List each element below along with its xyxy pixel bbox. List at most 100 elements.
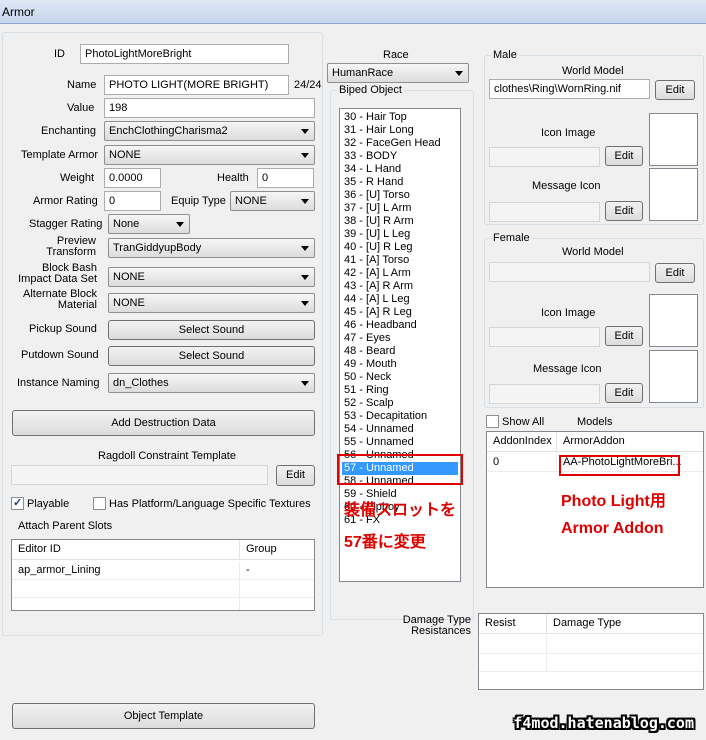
biped-list-item[interactable]: 55 - Unnamed <box>342 436 458 449</box>
armor-dialog: ID PhotoLightMoreBright Name PHOTO LIGHT… <box>0 24 706 740</box>
value-label: Value <box>67 102 95 114</box>
annotation-highlight-slot <box>337 454 463 485</box>
biped-list-item[interactable]: 39 - [U] L Leg <box>342 228 458 241</box>
enchanting-label: Enchanting <box>41 125 97 137</box>
object-template-button[interactable]: Object Template <box>12 703 315 729</box>
table-row-editor-id[interactable]: ap_armor_Lining <box>12 562 240 580</box>
female-message-icon-field <box>489 384 600 404</box>
preview-transform-label: Preview Transform <box>20 236 96 258</box>
biped-list-item[interactable]: 38 - [U] R Arm <box>342 215 458 228</box>
chevron-down-icon <box>301 153 309 158</box>
armor-rating-field[interactable]: 0 <box>104 191 161 211</box>
title-bar: Armor <box>0 0 706 24</box>
instance-naming-dropdown[interactable]: dn_Clothes <box>108 373 315 393</box>
stagger-dropdown[interactable]: None <box>108 214 190 234</box>
male-message-icon-label: Message Icon <box>532 180 601 192</box>
biped-list-item[interactable]: 42 - [A] L Arm <box>342 267 458 280</box>
female-icon-image-edit-button[interactable]: Edit <box>605 326 643 346</box>
biped-list-item[interactable]: 34 - L Hand <box>342 163 458 176</box>
playable-checkbox[interactable] <box>11 496 24 510</box>
putdown-sound-label: Putdown Sound <box>21 349 99 361</box>
platform-textures-checkbox[interactable] <box>93 497 106 510</box>
column-header-resist[interactable]: Resist <box>479 614 547 634</box>
column-header-addon-index[interactable]: AddonIndex <box>487 432 557 452</box>
biped-list-item[interactable]: 51 - Ring <box>342 384 458 397</box>
value-field[interactable]: 198 <box>104 98 315 118</box>
male-message-preview <box>649 168 698 221</box>
table-row-addon-index[interactable]: 0 <box>487 454 557 472</box>
biped-list-item[interactable]: 37 - [U] L Arm <box>342 202 458 215</box>
equip-type-value: NONE <box>235 195 267 207</box>
column-header-editor-id[interactable]: Editor ID <box>12 540 240 560</box>
preview-transform-dropdown[interactable]: TranGiddyupBody <box>108 238 315 258</box>
biped-list-item[interactable]: 31 - Hair Long <box>342 124 458 137</box>
biped-list-item[interactable]: 32 - FaceGen Head <box>342 137 458 150</box>
biped-list-item[interactable]: 46 - Headband <box>342 319 458 332</box>
table-row-group[interactable]: - <box>240 562 314 580</box>
alternate-block-label: Alternate Block Material <box>10 289 97 311</box>
male-world-model-field[interactable]: clothes\Ring\WornRing.nif <box>489 79 650 99</box>
biped-list-item[interactable]: 35 - R Hand <box>342 176 458 189</box>
pickup-select-sound-button[interactable]: Select Sound <box>108 320 315 340</box>
column-header-armor-addon[interactable]: ArmorAddon <box>557 432 703 452</box>
female-world-model-field <box>489 262 650 282</box>
biped-list-item[interactable]: 40 - [U] R Leg <box>342 241 458 254</box>
preview-label-line2: Transform <box>46 246 96 258</box>
annotation-slot-line1: 装備スロットを <box>344 502 457 519</box>
biped-list-item[interactable]: 33 - BODY <box>342 150 458 163</box>
stagger-value: None <box>113 218 140 230</box>
male-world-model-edit-button[interactable]: Edit <box>655 80 695 100</box>
equip-type-dropdown[interactable]: NONE <box>230 191 315 211</box>
male-label: Male <box>491 49 519 61</box>
biped-list-item[interactable]: 52 - Scalp <box>342 397 458 410</box>
ragdoll-edit-button[interactable]: Edit <box>276 465 315 486</box>
damage-resistances-table[interactable]: Resist Damage Type <box>478 613 704 690</box>
biped-list-item[interactable]: 45 - [A] R Leg <box>342 306 458 319</box>
weight-field[interactable]: 0.0000 <box>104 168 161 188</box>
biped-list-item[interactable]: 48 - Beard <box>342 345 458 358</box>
annotation-slot-line2: 57番に変更 <box>344 534 426 551</box>
alternate-block-dropdown[interactable]: NONE <box>108 293 315 313</box>
name-field[interactable]: PHOTO LIGHT(MORE BRIGHT) <box>104 75 289 95</box>
female-icon-preview <box>649 294 698 347</box>
biped-list-item[interactable]: 54 - Unnamed <box>342 423 458 436</box>
template-armor-dropdown[interactable]: NONE <box>104 145 315 165</box>
pickup-sound-label: Pickup Sound <box>29 323 97 335</box>
chevron-down-icon <box>455 71 463 76</box>
column-header-group[interactable]: Group <box>240 540 314 560</box>
attach-parent-slots-table[interactable]: Editor ID Group ap_armor_Lining - <box>11 539 315 611</box>
female-icon-image-field <box>489 327 600 347</box>
instance-naming-value: dn_Clothes <box>113 377 169 389</box>
biped-list-item[interactable]: 41 - [A] Torso <box>342 254 458 267</box>
column-header-damage-type[interactable]: Damage Type <box>547 614 703 634</box>
health-field[interactable]: 0 <box>257 168 314 188</box>
biped-list-item[interactable]: 49 - Mouth <box>342 358 458 371</box>
biped-list-item[interactable]: 50 - Neck <box>342 371 458 384</box>
table-row-empty <box>240 598 314 610</box>
armor-rating-label: Armor Rating <box>33 195 98 207</box>
biped-list-item[interactable]: 53 - Decapitation <box>342 410 458 423</box>
add-destruction-data-button[interactable]: Add Destruction Data <box>12 410 315 436</box>
biped-list-item[interactable]: 47 - Eyes <box>342 332 458 345</box>
male-message-icon-edit-button[interactable]: Edit <box>605 201 643 221</box>
show-all-label: Show All <box>502 416 545 428</box>
female-message-icon-edit-button[interactable]: Edit <box>605 383 643 403</box>
biped-list-item[interactable]: 44 - [A] L Leg <box>342 293 458 306</box>
male-message-icon-field <box>489 202 600 222</box>
biped-list-item[interactable]: 43 - [A] R Arm <box>342 280 458 293</box>
damage-label-line2: Resistances <box>411 625 471 637</box>
biped-list-item[interactable]: 36 - [U] Torso <box>342 189 458 202</box>
male-icon-image-edit-button[interactable]: Edit <box>605 146 643 166</box>
block-bash-dropdown[interactable]: NONE <box>108 267 315 287</box>
chevron-down-icon <box>176 222 184 227</box>
enchanting-dropdown[interactable]: EnchClothingCharisma2 <box>104 121 315 141</box>
race-dropdown[interactable]: HumanRace <box>327 63 469 83</box>
putdown-select-sound-button[interactable]: Select Sound <box>108 346 315 366</box>
show-all-checkbox[interactable] <box>486 415 499 428</box>
annotation-addon-line2: Armor Addon <box>561 520 664 537</box>
id-field[interactable]: PhotoLightMoreBright <box>80 44 289 64</box>
alternate-block-value: NONE <box>113 297 145 309</box>
biped-list-item[interactable]: 30 - Hair Top <box>342 111 458 124</box>
female-world-model-edit-button[interactable]: Edit <box>655 263 695 283</box>
health-label: Health <box>217 172 249 184</box>
